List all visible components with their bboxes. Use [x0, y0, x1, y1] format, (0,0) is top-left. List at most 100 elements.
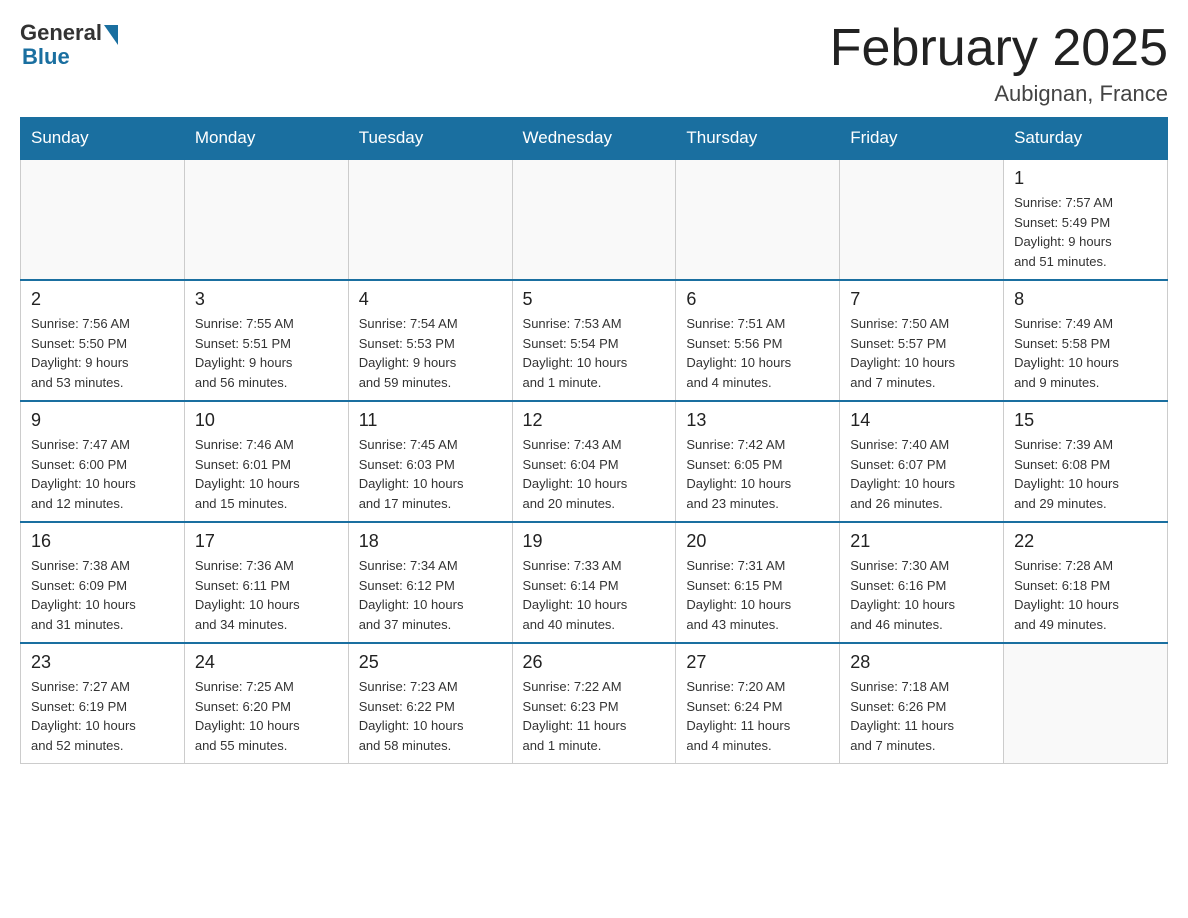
- day-number: 6: [686, 289, 829, 310]
- day-number: 12: [523, 410, 666, 431]
- calendar-cell: 28Sunrise: 7:18 AM Sunset: 6:26 PM Dayli…: [840, 643, 1004, 764]
- day-number: 22: [1014, 531, 1157, 552]
- day-info: Sunrise: 7:50 AM Sunset: 5:57 PM Dayligh…: [850, 314, 993, 392]
- calendar-cell: [840, 159, 1004, 280]
- calendar-cell: 12Sunrise: 7:43 AM Sunset: 6:04 PM Dayli…: [512, 401, 676, 522]
- calendar-cell: 23 Sunrise: 7:27 AM Sunset: 6:19 PM Dayli…: [21, 643, 185, 764]
- calendar-cell: 13 Sunrise: 7:42 AM Sunset: 6:05 PM Dayli…: [676, 401, 840, 522]
- day-info: Sunrise: 7:39 AM Sunset: 6:08 PM Dayligh…: [1014, 435, 1157, 513]
- day-info: Sunrise: 7:34 AM Sunset: 6:12 PM Dayligh…: [359, 556, 502, 634]
- calendar-cell: 6 Sunrise: 7:51 AM Sunset: 5:56 PM Daylig…: [676, 280, 840, 401]
- day-number: 16: [31, 531, 174, 552]
- calendar-cell: [348, 159, 512, 280]
- month-title: February 2025: [830, 20, 1168, 77]
- calendar-cell: 8Sunrise: 7:49 AM Sunset: 5:58 PM Daylig…: [1004, 280, 1168, 401]
- day-number: 2: [31, 289, 174, 310]
- week-row-4: 16 Sunrise: 7:38 AM Sunset: 6:09 PM Dayli…: [21, 522, 1168, 643]
- calendar-cell: 3 Sunrise: 7:55 AM Sunset: 5:51 PM Daylig…: [184, 280, 348, 401]
- calendar-cell: 7 Sunrise: 7:50 AM Sunset: 5:57 PM Daylig…: [840, 280, 1004, 401]
- day-info: Sunrise: 7:38 AM Sunset: 6:09 PM Dayligh…: [31, 556, 174, 634]
- logo: General Blue: [20, 20, 118, 70]
- logo-triangle-icon: [104, 25, 118, 45]
- day-number: 18: [359, 531, 502, 552]
- calendar-cell: 10 Sunrise: 7:46 AM Sunset: 6:01 PM Dayli…: [184, 401, 348, 522]
- day-info: Sunrise: 7:31 AM Sunset: 6:15 PM Dayligh…: [686, 556, 829, 634]
- day-number: 10: [195, 410, 338, 431]
- calendar-cell: 5 Sunrise: 7:53 AM Sunset: 5:54 PM Daylig…: [512, 280, 676, 401]
- day-info: Sunrise: 7:56 AM Sunset: 5:50 PM Dayligh…: [31, 314, 174, 392]
- week-row-1: 1 Sunrise: 7:57 AM Sunset: 5:49 PM Daylig…: [21, 159, 1168, 280]
- calendar-cell: [21, 159, 185, 280]
- day-number: 27: [686, 652, 829, 673]
- day-info: Sunrise: 7:53 AM Sunset: 5:54 PM Dayligh…: [523, 314, 666, 392]
- day-number: 13: [686, 410, 829, 431]
- weekday-header-wednesday: Wednesday: [512, 118, 676, 160]
- weekday-header-thursday: Thursday: [676, 118, 840, 160]
- calendar-cell: 25 Sunrise: 7:23 AM Sunset: 6:22 PM Dayli…: [348, 643, 512, 764]
- location: Aubignan, France: [830, 81, 1168, 107]
- day-info: Sunrise: 7:36 AM Sunset: 6:11 PM Dayligh…: [195, 556, 338, 634]
- calendar-cell: 22 Sunrise: 7:28 AM Sunset: 6:18 PM Dayli…: [1004, 522, 1168, 643]
- day-number: 5: [523, 289, 666, 310]
- day-number: 3: [195, 289, 338, 310]
- week-row-3: 9 Sunrise: 7:47 AM Sunset: 6:00 PM Daylig…: [21, 401, 1168, 522]
- calendar-table: SundayMondayTuesdayWednesdayThursdayFrid…: [20, 117, 1168, 764]
- day-info: Sunrise: 7:28 AM Sunset: 6:18 PM Dayligh…: [1014, 556, 1157, 634]
- day-info: Sunrise: 7:40 AM Sunset: 6:07 PM Dayligh…: [850, 435, 993, 513]
- day-number: 23: [31, 652, 174, 673]
- day-number: 24: [195, 652, 338, 673]
- day-info: Sunrise: 7:57 AM Sunset: 5:49 PM Dayligh…: [1014, 193, 1157, 271]
- day-number: 25: [359, 652, 502, 673]
- page-header: General Blue February 2025 Aubignan, Fra…: [20, 20, 1168, 107]
- day-info: Sunrise: 7:51 AM Sunset: 5:56 PM Dayligh…: [686, 314, 829, 392]
- day-info: Sunrise: 7:42 AM Sunset: 6:05 PM Dayligh…: [686, 435, 829, 513]
- day-number: 1: [1014, 168, 1157, 189]
- calendar-cell: [184, 159, 348, 280]
- calendar-cell: [512, 159, 676, 280]
- calendar-cell: 27 Sunrise: 7:20 AM Sunset: 6:24 PM Dayli…: [676, 643, 840, 764]
- day-info: Sunrise: 7:22 AM Sunset: 6:23 PM Dayligh…: [523, 677, 666, 755]
- weekday-header-sunday: Sunday: [21, 118, 185, 160]
- calendar-cell: 19 Sunrise: 7:33 AM Sunset: 6:14 PM Dayli…: [512, 522, 676, 643]
- calendar-cell: 14 Sunrise: 7:40 AM Sunset: 6:07 PM Dayli…: [840, 401, 1004, 522]
- day-info: Sunrise: 7:25 AM Sunset: 6:20 PM Dayligh…: [195, 677, 338, 755]
- day-info: Sunrise: 7:23 AM Sunset: 6:22 PM Dayligh…: [359, 677, 502, 755]
- day-info: Sunrise: 7:33 AM Sunset: 6:14 PM Dayligh…: [523, 556, 666, 634]
- day-number: 26: [523, 652, 666, 673]
- weekday-header-saturday: Saturday: [1004, 118, 1168, 160]
- day-info: Sunrise: 7:45 AM Sunset: 6:03 PM Dayligh…: [359, 435, 502, 513]
- calendar-cell: 24 Sunrise: 7:25 AM Sunset: 6:20 PM Dayli…: [184, 643, 348, 764]
- day-number: 9: [31, 410, 174, 431]
- weekday-header-row: SundayMondayTuesdayWednesdayThursdayFrid…: [21, 118, 1168, 160]
- calendar-cell: 21 Sunrise: 7:30 AM Sunset: 6:16 PM Dayli…: [840, 522, 1004, 643]
- logo-general-text: General: [20, 20, 102, 46]
- day-info: Sunrise: 7:30 AM Sunset: 6:16 PM Dayligh…: [850, 556, 993, 634]
- day-info: Sunrise: 7:27 AM Sunset: 6:19 PM Dayligh…: [31, 677, 174, 755]
- calendar-cell: 4Sunrise: 7:54 AM Sunset: 5:53 PM Daylig…: [348, 280, 512, 401]
- day-number: 21: [850, 531, 993, 552]
- day-number: 15: [1014, 410, 1157, 431]
- day-info: Sunrise: 7:18 AM Sunset: 6:26 PM Dayligh…: [850, 677, 993, 755]
- day-number: 17: [195, 531, 338, 552]
- calendar-cell: 11 Sunrise: 7:45 AM Sunset: 6:03 PM Dayli…: [348, 401, 512, 522]
- week-row-2: 2 Sunrise: 7:56 AM Sunset: 5:50 PM Daylig…: [21, 280, 1168, 401]
- calendar-cell: 16 Sunrise: 7:38 AM Sunset: 6:09 PM Dayli…: [21, 522, 185, 643]
- calendar-cell: 15 Sunrise: 7:39 AM Sunset: 6:08 PM Dayli…: [1004, 401, 1168, 522]
- day-number: 14: [850, 410, 993, 431]
- title-block: February 2025 Aubignan, France: [830, 20, 1168, 107]
- day-number: 19: [523, 531, 666, 552]
- calendar-cell: 2 Sunrise: 7:56 AM Sunset: 5:50 PM Daylig…: [21, 280, 185, 401]
- day-info: Sunrise: 7:55 AM Sunset: 5:51 PM Dayligh…: [195, 314, 338, 392]
- day-number: 11: [359, 410, 502, 431]
- calendar-cell: 18 Sunrise: 7:34 AM Sunset: 6:12 PM Dayli…: [348, 522, 512, 643]
- day-number: 7: [850, 289, 993, 310]
- calendar-cell: [676, 159, 840, 280]
- calendar-cell: [1004, 643, 1168, 764]
- day-info: Sunrise: 7:46 AM Sunset: 6:01 PM Dayligh…: [195, 435, 338, 513]
- logo-blue-text: Blue: [22, 44, 70, 70]
- day-info: Sunrise: 7:20 AM Sunset: 6:24 PM Dayligh…: [686, 677, 829, 755]
- day-number: 8: [1014, 289, 1157, 310]
- weekday-header-tuesday: Tuesday: [348, 118, 512, 160]
- day-info: Sunrise: 7:47 AM Sunset: 6:00 PM Dayligh…: [31, 435, 174, 513]
- day-number: 20: [686, 531, 829, 552]
